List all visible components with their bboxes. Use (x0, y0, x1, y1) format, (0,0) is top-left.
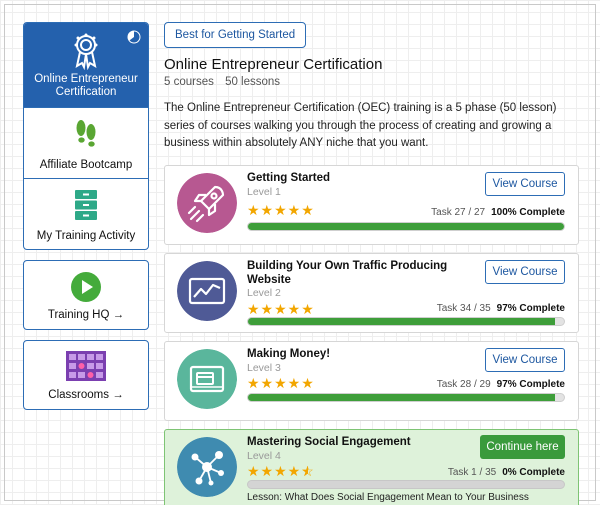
filing-cabinet-icon (73, 189, 99, 224)
course-stats: 5 courses 50 lessons (164, 76, 579, 88)
task-count: Task 34 / 35 (436, 302, 491, 314)
task-count: Task 27 / 27 (431, 206, 486, 218)
percent-complete: 97% Complete (496, 302, 565, 314)
sidebar-training-hq[interactable]: Training HQ → (23, 260, 149, 330)
training-hq-label: Training HQ → (47, 309, 125, 321)
award-ribbon-icon (71, 32, 101, 73)
course-card: Getting Started Level 1 ★★★★★ Task 27 / … (164, 164, 579, 245)
best-for-getting-started-button[interactable]: Best for Getting Started (164, 22, 307, 48)
sidebar-item-affiliate-bootcamp[interactable]: Affiliate Bootcamp (24, 107, 148, 178)
view-course-button[interactable]: View Course (485, 347, 565, 372)
course-level: Level 2 (247, 286, 281, 299)
sidebar-item-online-entrepreneur-certification[interactable]: Online Entrepreneur Certification (24, 23, 148, 107)
course-card-current: Mastering Social Engagement Level 4 ★★★★… (164, 428, 579, 505)
sidebar: Online Entrepreneur Certification Affili… (23, 22, 149, 410)
progress-bar (247, 479, 565, 489)
sidebar-item-label: Affiliate Bootcamp (39, 159, 133, 171)
view-course-button[interactable]: View Course (485, 171, 565, 196)
continue-here-button[interactable]: Continue here (480, 434, 565, 459)
progress-bar (247, 392, 565, 402)
sidebar-classrooms[interactable]: Classrooms → (23, 340, 149, 410)
progress-fill (248, 222, 564, 230)
sidebar-item-label: Online Entrepreneur Certification (34, 73, 138, 98)
progress-fill (248, 317, 555, 325)
progress-ring-icon (127, 30, 141, 44)
footprints-icon (73, 118, 99, 153)
course-title: Making Money! (247, 347, 331, 360)
course-level: Level 1 (247, 185, 281, 198)
sidebar-group: Online Entrepreneur Certification Affili… (23, 22, 149, 250)
page-title: Online Entrepreneur Certification (164, 56, 383, 73)
money-cards-icon (177, 348, 237, 409)
chart-trend-icon (177, 260, 237, 321)
course-count: 5 courses (164, 76, 214, 88)
certification-description: The Online Entrepreneur Certification (O… (164, 102, 557, 149)
course-title: Mastering Social Engagement (247, 435, 411, 448)
rocket-icon (177, 172, 237, 233)
lesson-count: 50 lessons (225, 76, 281, 88)
percent-complete: 100% Complete (491, 206, 565, 218)
task-count: Task 1 / 35 (447, 466, 497, 478)
progress-fill (248, 393, 555, 401)
progress-bar (247, 221, 565, 231)
percent-complete: 97% Complete (496, 378, 565, 390)
star-rating: ★★★★☆★ (247, 462, 315, 479)
course-card: Building Your Own Traffic Producing Webs… (164, 252, 579, 333)
star-rating: ★★★★★ (247, 300, 315, 317)
course-title: Getting Started (247, 171, 331, 184)
task-progress-text: Task 1 / 35 0% Complete (448, 467, 565, 478)
task-progress-text: Task 28 / 29 97% Complete (437, 379, 565, 390)
sidebar-item-label: My Training Activity (36, 230, 136, 242)
task-progress-text: Task 27 / 27 100% Complete (431, 207, 565, 218)
social-network-icon (177, 436, 237, 497)
star-rating: ★★★★★ (247, 201, 315, 218)
course-level: Level 4 (247, 449, 281, 462)
progress-bar (247, 316, 565, 326)
current-lesson: Lesson: What Does Social Engagement Mean… (247, 491, 529, 503)
classrooms-label: Classrooms → (48, 389, 124, 401)
course-title: Building Your Own Traffic Producing Webs… (247, 259, 448, 286)
view-course-button[interactable]: View Course (485, 259, 565, 284)
star-rating: ★★★★★ (247, 374, 315, 391)
main-content: Best for Getting Started Online Entrepre… (164, 22, 579, 505)
play-circle-icon (70, 271, 102, 306)
classroom-grid-icon (66, 351, 106, 384)
course-level: Level 3 (247, 361, 281, 374)
percent-complete: 0% Complete (502, 466, 565, 478)
task-count: Task 28 / 29 (436, 378, 491, 390)
sidebar-item-my-training-activity[interactable]: My Training Activity (24, 178, 148, 249)
course-card: Making Money! Level 3 ★★★★★ Task 28 / 29… (164, 340, 579, 421)
task-progress-text: Task 34 / 35 97% Complete (437, 303, 565, 314)
